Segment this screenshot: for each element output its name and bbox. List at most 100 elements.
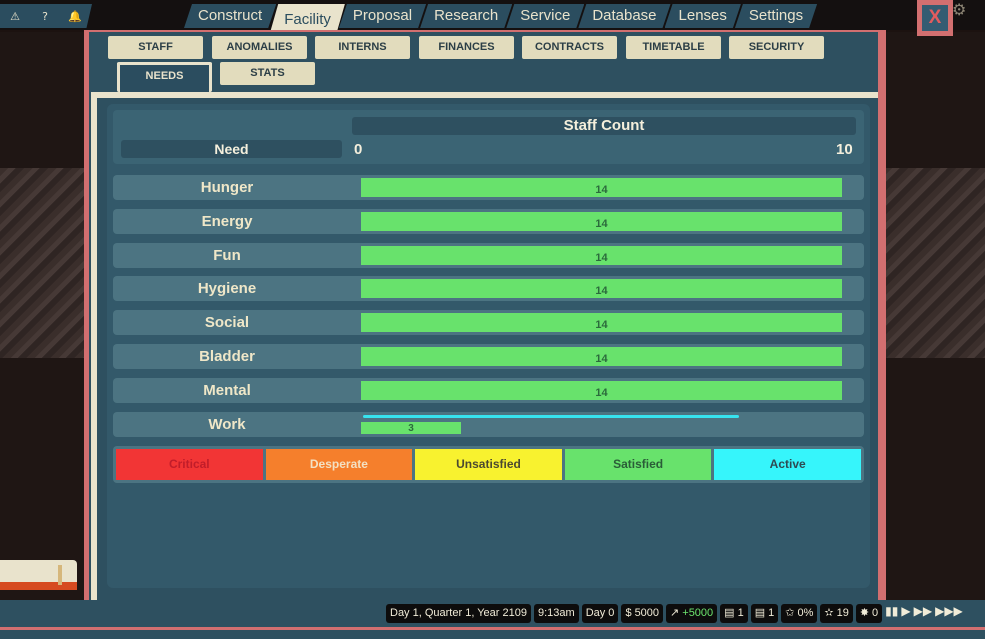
trend-up-icon: ↗ — [670, 607, 680, 619]
world-view-left[interactable] — [0, 32, 86, 600]
status-bar-accent — [0, 627, 985, 630]
need-label: Energy — [201, 213, 253, 230]
subtab-needs[interactable]: NEEDS — [117, 62, 212, 92]
need-bar: 14 — [361, 212, 842, 231]
side-slider-handle[interactable] — [58, 565, 62, 585]
bug-icon: ✸ — [859, 607, 870, 619]
calendar-icon: ▤ — [754, 607, 766, 619]
subtab-anomalies[interactable]: ANOMALIES — [212, 36, 307, 59]
time-display: 9:13am — [533, 604, 579, 623]
warning-icon[interactable]: ⚠ — [0, 10, 30, 23]
fast-forward-icon[interactable]: ▶▶ — [914, 604, 932, 623]
need-row: Energy 14 — [113, 209, 864, 234]
legend-satisfied: Satisfied — [564, 449, 712, 480]
need-label: Fun — [213, 247, 241, 264]
tab-lenses[interactable]: Lenses — [665, 4, 741, 28]
game-screen: ⚠ ? 🔔 Construct Facility Proposal Resear… — [0, 0, 985, 639]
pause-icon[interactable]: ▮▮ — [885, 604, 898, 623]
calendar1-text: 1 — [737, 607, 744, 619]
bugs-text: 0 — [872, 607, 879, 619]
need-bar: 14 — [361, 313, 842, 332]
day-display: Day 0 — [581, 604, 619, 623]
need-bar: 14 — [361, 246, 842, 265]
stars-text: 19 — [836, 607, 849, 619]
help-icon[interactable]: ? — [30, 10, 60, 23]
status-items: Day 1, Quarter 1, Year 2109 9:13am Day 0… — [386, 604, 963, 623]
need-bar: 14 — [361, 279, 842, 298]
tab-service[interactable]: Service — [506, 4, 584, 28]
need-label: Social — [204, 314, 250, 331]
money-text: 5000 — [634, 607, 660, 619]
top-left-toolbar: ⚠ ? 🔔 — [0, 4, 92, 28]
subtab-timetable[interactable]: TIMETABLE — [626, 36, 721, 59]
need-label: Bladder — [199, 348, 255, 365]
axis-min-label: 0 — [354, 141, 363, 158]
fastest-icon[interactable]: ▶▶▶ — [935, 604, 963, 623]
stone-floor — [884, 168, 985, 358]
need-row: Work 3 — [113, 412, 864, 437]
approval-text: 0% — [797, 607, 814, 619]
legend-desperate: Desperate — [265, 449, 413, 480]
subtab-staff[interactable]: STAFF — [108, 36, 203, 59]
subtab-stats[interactable]: STATS — [220, 62, 315, 85]
tab-facility[interactable]: Facility — [270, 4, 345, 32]
need-bar: 3 — [361, 422, 461, 434]
need-row: Fun 14 — [113, 243, 864, 268]
need-row: Social 14 — [113, 310, 864, 335]
need-label: Hygiene — [197, 280, 257, 297]
need-column-header: Need — [121, 140, 342, 158]
world-view-right[interactable] — [884, 32, 985, 600]
stars-display: ✫ 19 — [820, 604, 853, 623]
gear-icon[interactable]: ⚙ — [952, 0, 970, 19]
income-text: +5000 — [682, 607, 714, 619]
approval-icon: ✩ — [785, 607, 795, 619]
legend: Critical Desperate Unsatisfied Satisfied Act… — [113, 446, 864, 483]
bugs-display: ✸ 0 — [855, 604, 883, 623]
tab-research[interactable]: Research — [420, 4, 512, 28]
need-bar: 14 — [361, 381, 842, 400]
dollar-icon: $ — [625, 607, 632, 619]
side-progress — [0, 582, 77, 590]
need-row: Bladder 14 — [113, 344, 864, 369]
stone-floor — [0, 168, 86, 358]
time-text: 9:13am — [537, 607, 575, 619]
main-nav: Construct Facility Proposal Research Ser… — [184, 4, 811, 28]
need-bar: 14 — [361, 178, 842, 197]
close-button[interactable]: X — [917, 0, 953, 36]
day-text: Day 0 — [585, 607, 615, 619]
close-label: X — [922, 5, 948, 31]
play-icon[interactable]: ▶ — [901, 604, 910, 623]
tab-proposal[interactable]: Proposal — [339, 4, 426, 28]
calendar1-display[interactable]: ▤ 1 — [720, 604, 748, 623]
subtab-interns[interactable]: INTERNS — [315, 36, 410, 59]
need-row: Hygiene 14 — [113, 276, 864, 301]
legend-critical: Critical — [116, 449, 263, 480]
date-display: Day 1, Quarter 1, Year 2109 — [386, 604, 531, 623]
legend-active: Active — [714, 449, 861, 480]
date-text: Day 1, Quarter 1, Year 2109 — [390, 607, 527, 619]
income-display: ↗ +5000 — [666, 604, 718, 623]
calendar2-display[interactable]: ▤ 1 — [750, 604, 779, 623]
calendar-icon: ▤ — [724, 607, 735, 619]
star-icon: ✫ — [824, 607, 834, 619]
tab-construct[interactable]: Construct — [184, 4, 276, 28]
axis-max-label: 10 — [836, 141, 853, 158]
legend-unsatisfied: Unsatisfied — [415, 449, 562, 480]
active-indicator-line — [363, 415, 739, 418]
speed-controls: ▮▮ ▶ ▶▶ ▶▶▶ — [885, 604, 963, 623]
money-display: $5000 — [621, 604, 664, 623]
need-label: Work — [208, 416, 246, 433]
side-widget[interactable] — [0, 560, 77, 590]
subtab-contracts[interactable]: CONTRACTS — [522, 36, 617, 59]
need-bar: 14 — [361, 347, 842, 366]
chart-title: Staff Count — [352, 117, 856, 135]
calendar2-text: 1 — [768, 607, 775, 619]
tab-database[interactable]: Database — [578, 4, 670, 28]
subtab-finances[interactable]: FINANCES — [419, 36, 514, 59]
approval-display: ✩ 0% — [781, 604, 818, 623]
tab-settings[interactable]: Settings — [735, 4, 817, 28]
bell-icon[interactable]: 🔔 — [60, 10, 90, 23]
need-row: Mental 14 — [113, 378, 864, 403]
need-label: Mental — [203, 382, 251, 399]
subtab-security[interactable]: SECURITY — [729, 36, 824, 59]
